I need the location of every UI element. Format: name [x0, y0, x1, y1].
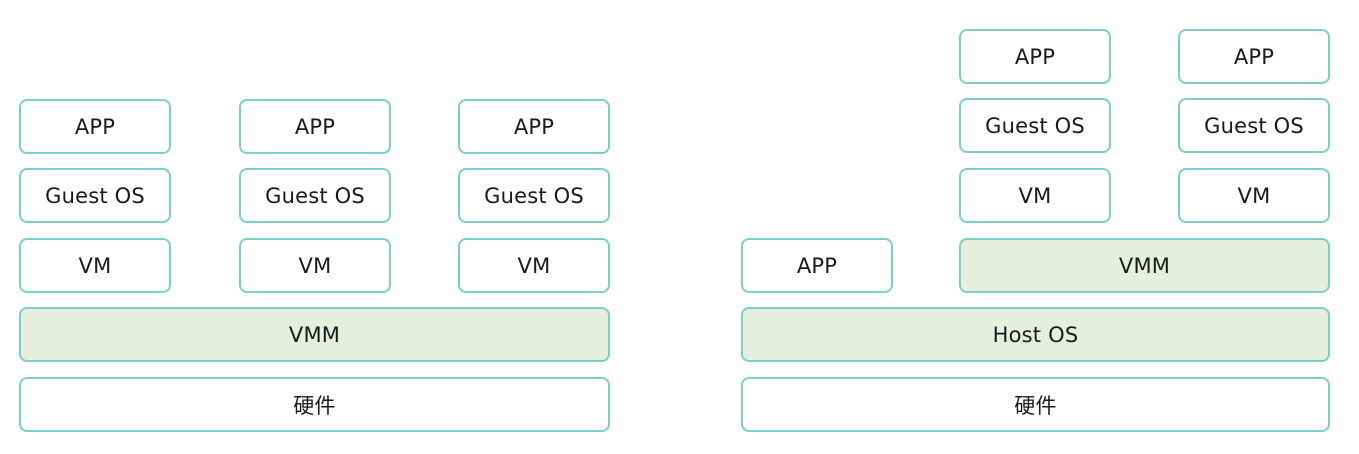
left-col2-app-box: APP [239, 99, 391, 154]
right-native-app-box: APP [741, 238, 893, 293]
virtualization-architecture-diagram: APP Guest OS VM APP Guest OS VM APP Gues… [0, 0, 1359, 454]
right-col2-app-box: APP [1178, 29, 1330, 84]
left-hardware-box: 硬件 [19, 377, 610, 432]
left-col3-guest-os-box: Guest OS [458, 168, 610, 223]
right-host-os-box: Host OS [741, 307, 1330, 362]
right-col1-vm-box: VM [959, 168, 1111, 223]
left-col3-app-box: APP [458, 99, 610, 154]
left-vmm-box: VMM [19, 307, 610, 362]
right-col1-guest-os-box: Guest OS [959, 98, 1111, 153]
left-col1-guest-os-box: Guest OS [19, 168, 171, 223]
right-col2-vm-box: VM [1178, 168, 1330, 223]
right-hardware-box: 硬件 [741, 377, 1330, 432]
left-col2-vm-box: VM [239, 238, 391, 293]
left-col2-guest-os-box: Guest OS [239, 168, 391, 223]
right-col2-guest-os-box: Guest OS [1178, 98, 1330, 153]
left-col1-vm-box: VM [19, 238, 171, 293]
right-vmm-box: VMM [959, 238, 1330, 293]
right-col1-app-box: APP [959, 29, 1111, 84]
left-col1-app-box: APP [19, 99, 171, 154]
left-col3-vm-box: VM [458, 238, 610, 293]
